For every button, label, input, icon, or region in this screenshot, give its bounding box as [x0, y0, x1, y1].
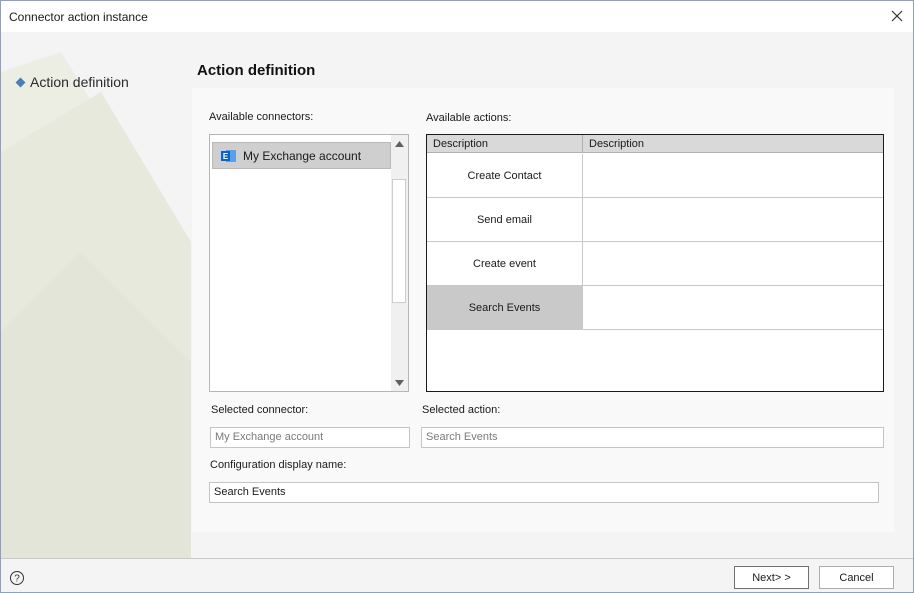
selected-action-field[interactable]: Search Events: [421, 427, 884, 448]
svg-text:E: E: [223, 152, 229, 161]
next-button[interactable]: Next> >: [734, 566, 809, 589]
nav-item-action-definition[interactable]: Action definition: [15, 74, 129, 90]
available-actions-label: Available actions:: [426, 112, 512, 124]
action-name-cell: Create Contact: [427, 154, 583, 197]
connectors-listbox[interactable]: E My Exchange account: [209, 134, 409, 392]
action-description-cell: [583, 242, 883, 285]
nav-item-label: Action definition: [30, 74, 129, 90]
dialog-window: Connector action instance Action definit…: [0, 0, 914, 593]
title-bar: Connector action instance: [1, 1, 913, 32]
exchange-icon: E: [221, 149, 237, 163]
table-row[interactable]: Send email: [427, 198, 883, 242]
grid-header: Description Description: [427, 135, 883, 153]
help-button[interactable]: ?: [5, 568, 29, 588]
selected-connector-label: Selected connector:: [211, 404, 309, 416]
connector-item-label: My Exchange account: [243, 148, 362, 163]
table-row[interactable]: Create Contact: [427, 154, 883, 198]
action-description-cell: [583, 286, 883, 329]
svg-text:?: ?: [14, 574, 20, 585]
wizard-nav: Action definition: [15, 74, 129, 90]
triangle-up-icon: [395, 140, 404, 147]
config-display-name-field[interactable]: Search Events: [209, 482, 879, 503]
window-title: Connector action instance: [9, 10, 148, 24]
selected-connector-field[interactable]: My Exchange account: [210, 427, 410, 448]
connector-item-my-exchange[interactable]: E My Exchange account: [212, 142, 391, 169]
table-row-selected[interactable]: Search Events: [427, 286, 883, 330]
footer-bar: ? Next> > Cancel: [1, 558, 913, 592]
close-button[interactable]: [887, 6, 907, 26]
action-description-cell: [583, 154, 883, 197]
actions-grid[interactable]: Description Description Create Contact S…: [426, 134, 884, 392]
action-description-cell: [583, 198, 883, 241]
column-header[interactable]: Description: [427, 135, 583, 152]
action-name-cell: Search Events: [427, 286, 583, 329]
connectors-scrollbar[interactable]: [391, 135, 408, 391]
cancel-button[interactable]: Cancel: [819, 566, 894, 589]
available-connectors-label: Available connectors:: [209, 111, 314, 123]
selected-action-label: Selected action:: [422, 404, 501, 416]
config-display-name-label: Configuration display name:: [210, 459, 347, 471]
scroll-down-button[interactable]: [391, 374, 408, 391]
diamond-bullet-icon: [15, 77, 26, 88]
help-icon: ?: [10, 571, 24, 585]
triangle-down-icon: [395, 379, 404, 386]
scroll-up-button[interactable]: [391, 135, 408, 152]
action-name-cell: Create event: [427, 242, 583, 285]
action-name-cell: Send email: [427, 198, 583, 241]
close-icon: [891, 10, 903, 22]
scroll-thumb[interactable]: [392, 179, 406, 303]
section-title: Action definition: [197, 62, 316, 79]
table-row[interactable]: Create event: [427, 242, 883, 286]
column-header[interactable]: Description: [583, 135, 883, 152]
